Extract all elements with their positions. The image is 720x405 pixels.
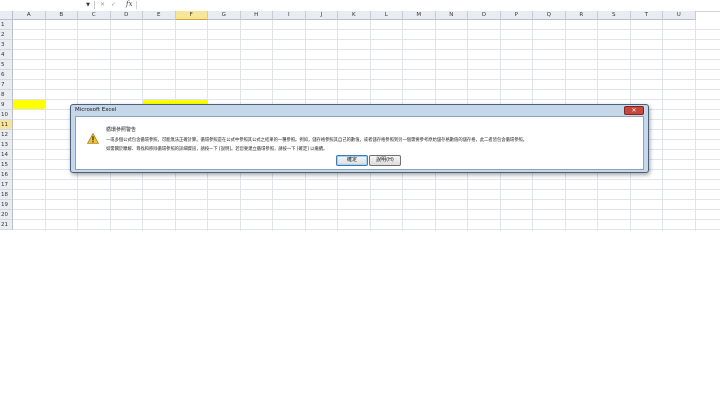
column-header-m[interactable]: M [403,11,436,20]
column-header-n[interactable]: N [435,11,468,20]
row-header-12[interactable]: 12 [0,130,13,140]
warning-triangle-icon [87,133,99,144]
column-header-q[interactable]: Q [533,11,566,20]
enter-icon[interactable]: ✓ [111,1,116,8]
row-header-21[interactable]: 21 [0,220,13,230]
row-header-8[interactable]: 8 [0,90,13,100]
column-header-i[interactable]: I [273,11,306,20]
dialog-body: 循環參照警告 一或多個公式包含循環參照，可能無法正確計算。循環參照是在公式中參照… [75,116,644,170]
select-all-corner[interactable] [0,11,13,20]
gridline [13,209,720,210]
row-header-2[interactable]: 2 [0,30,13,40]
column-header-t[interactable]: T [630,11,663,20]
row-header-1[interactable]: 1 [0,20,13,30]
gridline [13,99,720,100]
row-header-5[interactable]: 5 [0,60,13,70]
column-header-l[interactable]: L [370,11,403,20]
column-header-u[interactable]: U [663,11,696,20]
gridline [13,219,720,220]
row-header-6[interactable]: 6 [0,70,13,80]
cancel-icon[interactable]: ✕ [100,1,105,8]
dialog-heading: 循環參照警告 [106,127,137,133]
column-header-r[interactable]: R [565,11,598,20]
row-header-10[interactable]: 10 [0,110,13,120]
close-button[interactable]: ✕ [624,106,644,115]
gridline [13,49,720,50]
help-button[interactable]: 說明(H) [369,155,401,166]
column-header-e[interactable]: E [143,11,176,20]
column-header-b[interactable]: B [45,11,78,20]
column-header-d[interactable]: D [110,11,143,20]
column-header-o[interactable]: O [468,11,501,20]
close-icon: ✕ [631,107,637,114]
chevron-down-icon[interactable]: ▼ [86,2,90,8]
column-header-j[interactable]: J [305,11,338,20]
column-header-s[interactable]: S [598,11,631,20]
circular-reference-dialog: Microsoft Excel ✕ 循環參照警告 一或多個公式包含循環參照，可能… [70,104,649,173]
dialog-message-line-2: 如需關於瞭解、尋找和移除循環參照的詳細資訊，請按一下 [說明]。若您要建立循環參… [106,147,328,152]
row-header-13[interactable]: 13 [0,140,13,150]
column-header-p[interactable]: P [500,11,533,20]
row-header-15[interactable]: 15 [0,160,13,170]
row-header-11[interactable]: 11 [0,120,13,130]
gridline [13,179,720,180]
row-header-18[interactable]: 18 [0,190,13,200]
dialog-title: Microsoft Excel [75,107,117,113]
name-box[interactable]: ▼ [0,1,92,9]
formula-bar-separator [94,1,95,9]
row-header-17[interactable]: 17 [0,180,13,190]
ok-button[interactable]: 確定 [336,155,368,166]
row-header-14[interactable]: 14 [0,150,13,160]
gridline [13,69,720,70]
dialog-message-line-1: 一或多個公式包含循環參照，可能無法正確計算。循環參照是在公式中參照其公式之結果的… [106,138,528,143]
formula-input[interactable] [136,1,720,9]
gridline [13,39,720,40]
gridline [13,199,720,200]
row-header-7[interactable]: 7 [0,80,13,90]
gridline [13,189,720,190]
gridline [13,229,720,230]
highlighted-cell-a9[interactable] [13,100,45,109]
column-header-k[interactable]: K [338,11,371,20]
column-header-g[interactable]: G [208,11,241,20]
column-header-c[interactable]: C [78,11,111,20]
row-header-4[interactable]: 4 [0,50,13,60]
insert-function-button[interactable]: fx [126,0,133,8]
column-header-a[interactable]: A [13,11,46,20]
gridline [13,29,720,30]
gridline [13,89,720,90]
column-header-h[interactable]: H [240,11,273,20]
row-header-19[interactable]: 19 [0,200,13,210]
row-header-9[interactable]: 9 [0,100,13,110]
row-header-16[interactable]: 16 [0,170,13,180]
row-header-3[interactable]: 3 [0,40,13,50]
column-header-f[interactable]: F [175,11,208,20]
row-header-20[interactable]: 20 [0,210,13,220]
gridline [13,59,720,60]
gridline [13,79,720,80]
